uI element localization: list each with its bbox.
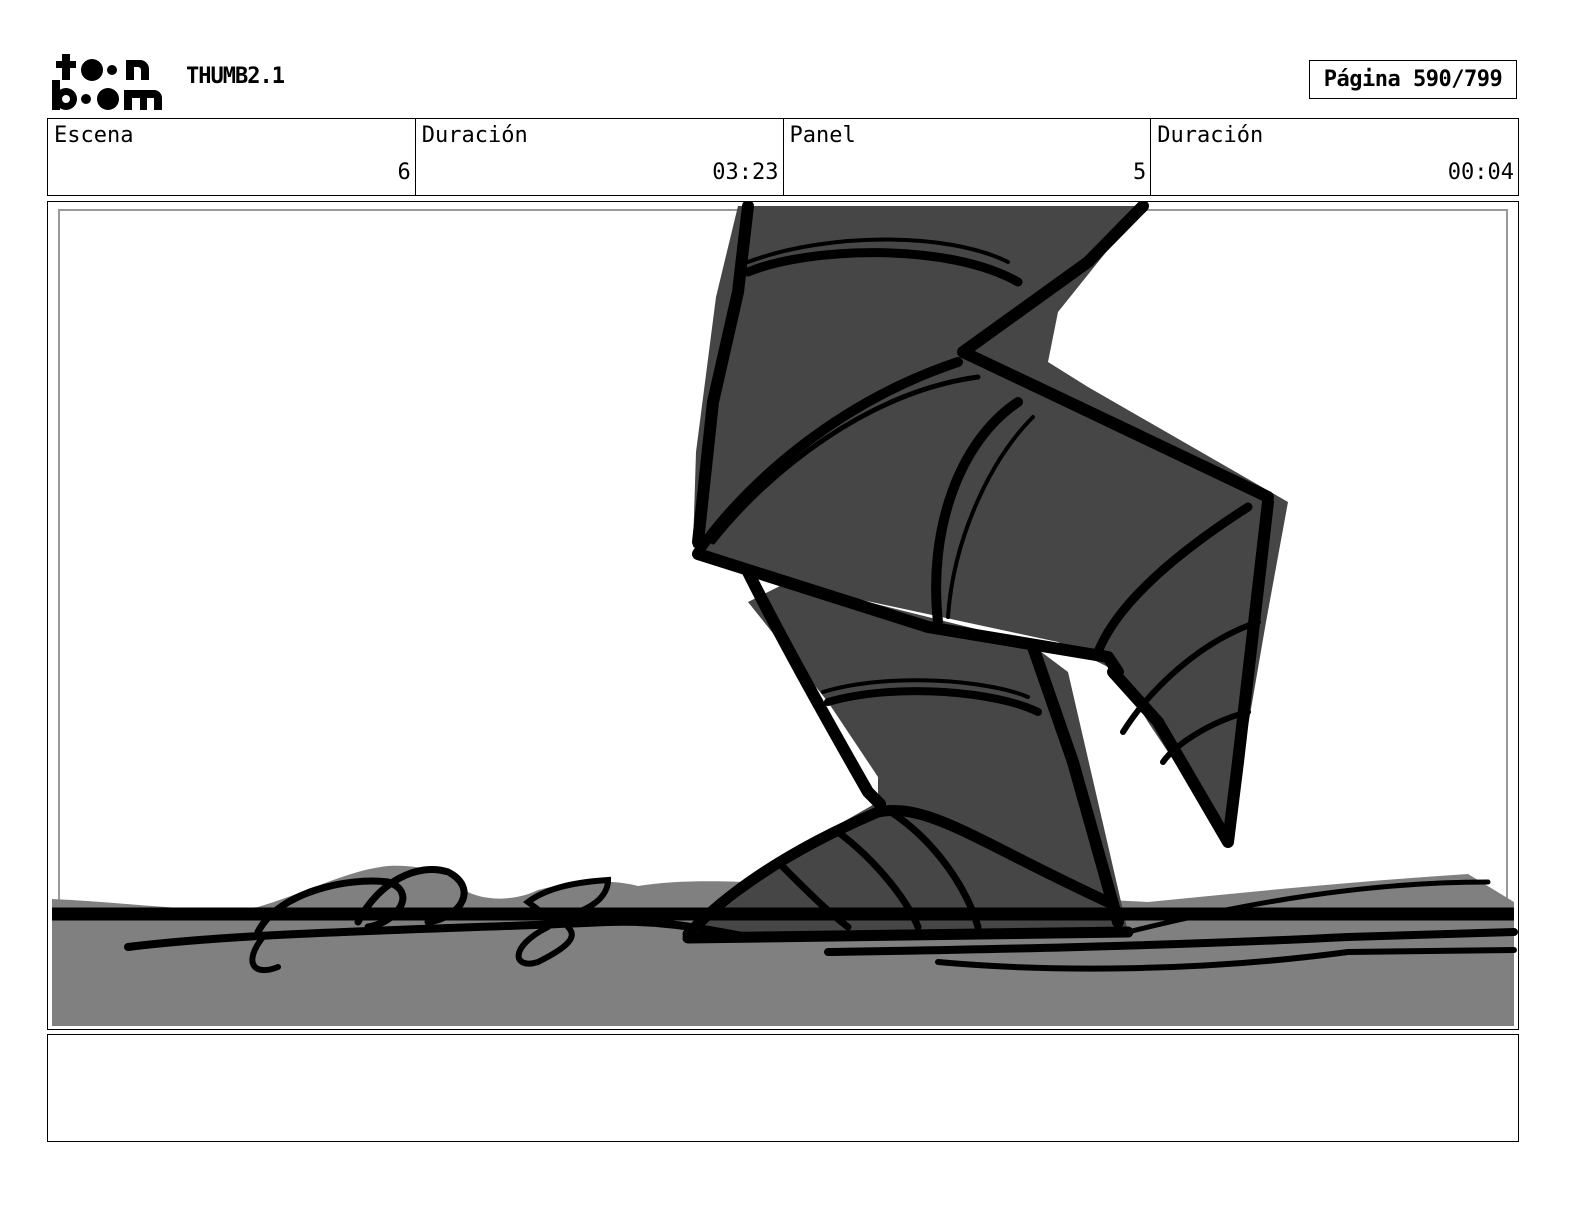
panel-duration-cell: Duración 00:04: [1151, 119, 1518, 195]
scene-info-table: Escena 6 Duración 03:23 Panel 5 Duración…: [47, 118, 1519, 196]
panel-value: 5: [1133, 160, 1147, 185]
panel-label: Panel: [789, 123, 856, 148]
project-title: THUMB2.1: [186, 64, 285, 89]
scene-duration-value: 03:23: [712, 160, 779, 185]
scene-duration-label: Duración: [421, 123, 528, 148]
scene-cell: Escena 6: [48, 119, 416, 195]
scene-label: Escena: [54, 123, 134, 148]
storyboard-panel: [47, 201, 1519, 1030]
scene-duration-cell: Duración 03:23: [416, 119, 784, 195]
panel-duration-label: Duración: [1157, 123, 1264, 148]
panel-cell: Panel 5: [784, 119, 1152, 195]
toon-boom-logo: [52, 54, 162, 110]
scene-value: 6: [397, 160, 411, 185]
page-counter: Página 590/799: [1309, 60, 1517, 99]
boot-sole: [682, 926, 1134, 944]
panel-duration-value: 00:04: [1447, 160, 1514, 185]
notes-box: [47, 1034, 1519, 1142]
panel-drawing: [52, 202, 1518, 1026]
